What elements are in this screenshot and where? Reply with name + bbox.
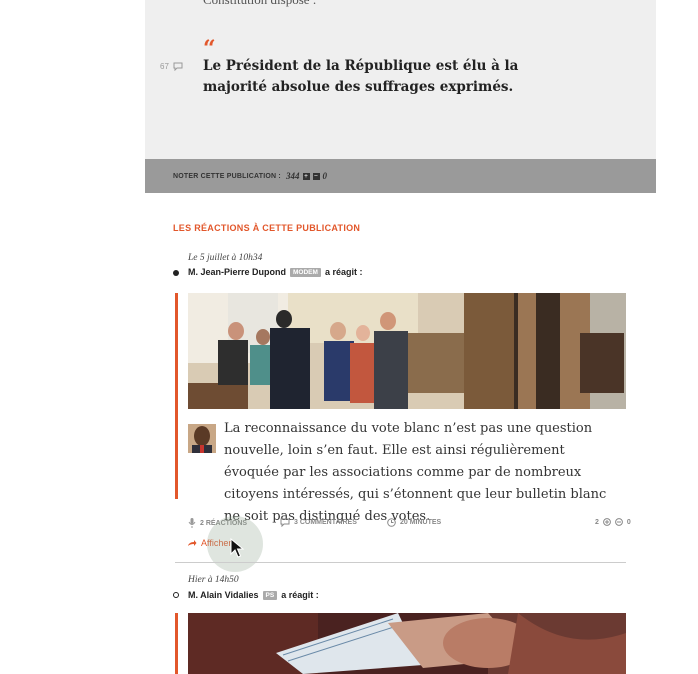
- comment-count: 67: [160, 62, 169, 71]
- timeline-dot: [173, 592, 179, 598]
- author-avatar[interactable]: [188, 424, 216, 453]
- reactions-heading: LES RÉACTIONS À CETTE PUBLICATION: [173, 223, 361, 233]
- party-badge: MODEM: [290, 267, 321, 277]
- plus-icon[interactable]: +: [302, 172, 310, 180]
- author-action: a réagit :: [324, 267, 363, 277]
- author-action: a réagit :: [281, 590, 319, 600]
- reaction-date: Le 5 juillet à 10h34: [188, 253, 263, 263]
- previous-line: Constitution dispose :: [203, 0, 316, 8]
- vote-minus-count: 0: [626, 518, 631, 526]
- reaction-date: Hier à 14h50: [188, 575, 239, 585]
- timeline-dot: [173, 270, 179, 276]
- quote-panel: Constitution dispose : “ 67 Le Président…: [145, 0, 656, 159]
- reaction-author-line: M. Alain Vidalies PS a réagit :: [188, 590, 319, 600]
- comments-count: 3 COMMENTAIRES: [294, 519, 357, 526]
- rating-label: NOTER CETTE PUBLICATION :: [173, 173, 281, 180]
- quote-text: Le Président de la République est élu à …: [203, 58, 519, 95]
- microphone-icon: [188, 518, 196, 528]
- minus-circle-icon[interactable]: [615, 518, 623, 526]
- plus-circle-icon[interactable]: [603, 518, 611, 526]
- rating-minus-count: 0: [322, 171, 328, 181]
- mouse-pointer-icon: [230, 538, 245, 558]
- comments-stat[interactable]: 3 COMMENTAIRES: [280, 518, 357, 527]
- reaction-photo: [188, 613, 626, 674]
- rating-total: 344: [286, 171, 300, 181]
- reaction-separator: [175, 562, 626, 563]
- author-name[interactable]: M. Alain Vidalies: [188, 590, 259, 600]
- duration-value: 20 MINUTES: [400, 519, 442, 526]
- vote-count: 2: [595, 518, 599, 526]
- rating-bar: NOTER CETTE PUBLICATION : 344 + − 0: [145, 159, 656, 193]
- reaction-accent-bar: [175, 613, 178, 674]
- reaction-photo: [188, 293, 626, 409]
- reaction-author-line: M. Jean-Pierre Dupond MODEM a réagit :: [188, 267, 362, 277]
- party-badge: PS: [262, 590, 278, 600]
- arrow-share-icon: [188, 540, 197, 546]
- minus-icon[interactable]: −: [312, 172, 320, 180]
- comment-bubble-icon: [173, 62, 183, 71]
- reaction-accent-bar: [175, 293, 178, 499]
- vote-stat: 2 0: [595, 518, 631, 526]
- rating-count: 344 + − 0: [286, 171, 327, 181]
- clock-icon: [387, 518, 396, 527]
- duration-stat: 20 MINUTES: [387, 518, 441, 527]
- paragraph-comment-counter[interactable]: 67: [160, 62, 183, 71]
- comment-bubble-icon: [280, 518, 290, 527]
- author-name[interactable]: M. Jean-Pierre Dupond: [188, 267, 286, 277]
- reaction-text: La reconnaissance du vote blanc n’est pa…: [224, 421, 607, 524]
